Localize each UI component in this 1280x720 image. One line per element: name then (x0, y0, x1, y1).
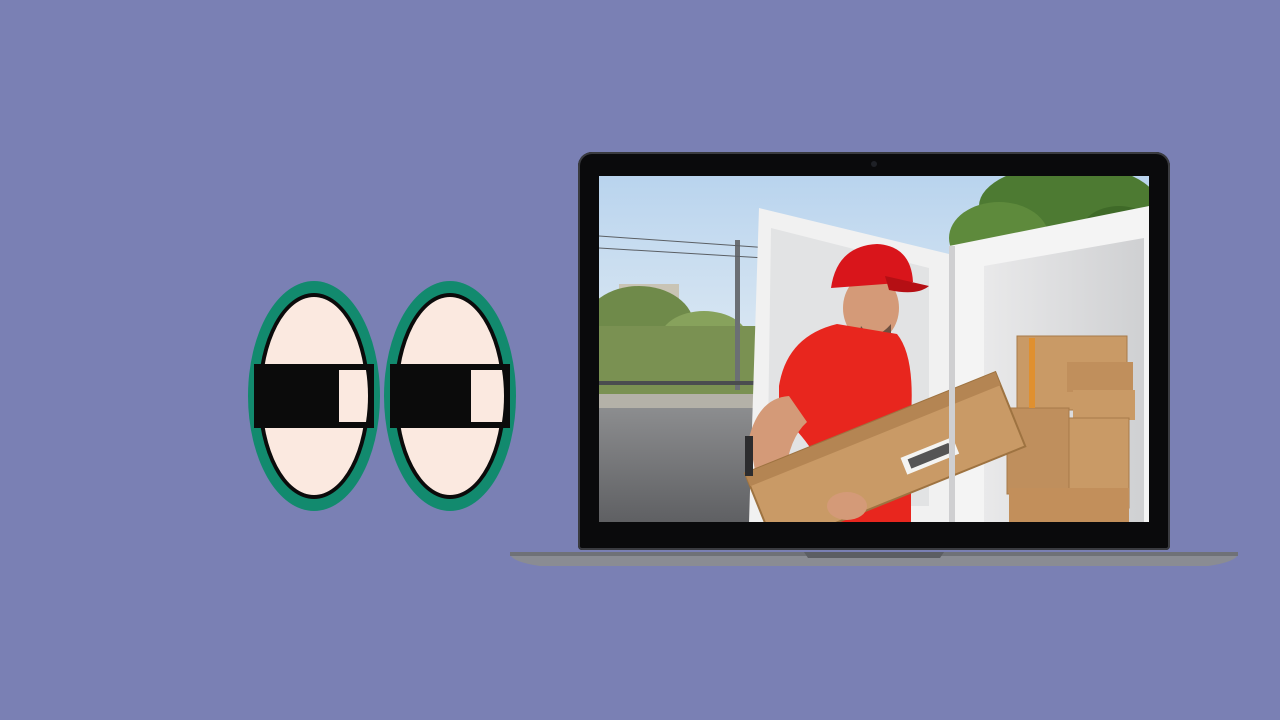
delivery-worker-photo (599, 176, 1149, 522)
laptop-mockup (508, 148, 1240, 572)
laptop-screen-photo (599, 176, 1149, 522)
laptop-base (510, 552, 1238, 566)
left-eye-icon (248, 281, 380, 511)
right-eye-icon (384, 281, 516, 511)
slide-canvas (0, 0, 1280, 720)
webcam-icon (871, 161, 877, 167)
cartoon-eyes-icon (244, 278, 524, 518)
laptop-lid (578, 152, 1170, 550)
